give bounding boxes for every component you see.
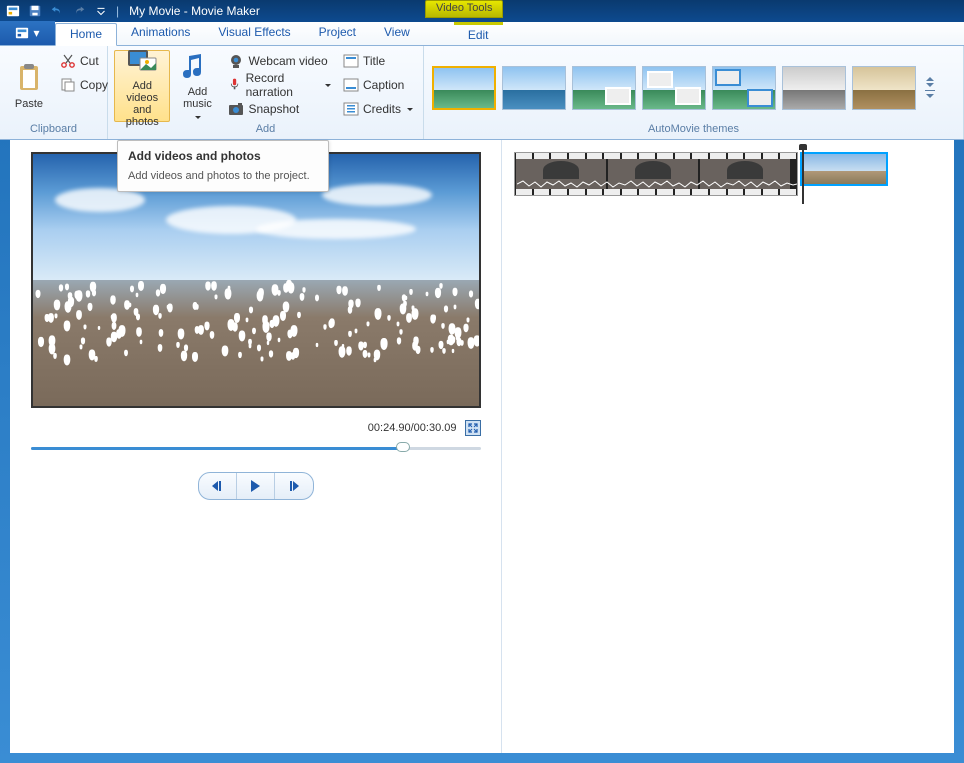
tooltip-add-videos: Add videos and photos Add videos and pho… (117, 140, 329, 192)
add-videos-photos-button[interactable]: Add videos and photos (114, 50, 170, 122)
save-icon[interactable] (26, 2, 44, 20)
theme-6[interactable] (782, 66, 846, 110)
record-narration-button[interactable]: Record narration (224, 74, 335, 96)
tab-view[interactable]: View (370, 22, 424, 45)
group-label-themes: AutoMovie themes (424, 123, 963, 139)
window-title: My Movie - Movie Maker (129, 4, 260, 18)
copy-button[interactable]: Copy (56, 74, 112, 96)
group-clipboard: Paste Cut Copy Clipboard (0, 46, 108, 139)
undo-icon[interactable] (48, 2, 66, 20)
cut-icon (60, 53, 76, 69)
credits-icon (343, 101, 359, 117)
webcam-video-button[interactable]: Webcam video (224, 50, 335, 72)
preview-pane: 00:24.90/00:30.09 (10, 140, 502, 753)
content-area: 00:24.90/00:30.09 (10, 140, 954, 753)
playback-controls (198, 472, 314, 500)
tooltip-body: Add videos and photos to the project. (128, 169, 318, 183)
snapshot-icon (228, 101, 244, 117)
snapshot-button[interactable]: Snapshot (224, 98, 335, 120)
tooltip-title: Add videos and photos (128, 149, 318, 163)
ribbon-tabs: ▾ Home Animations Visual Effects Project… (0, 22, 964, 46)
next-frame-button[interactable] (275, 473, 313, 499)
music-icon (181, 50, 213, 82)
theme-gallery-more[interactable] (922, 77, 938, 98)
group-label-add: Add (108, 123, 423, 139)
theme-2[interactable] (502, 66, 566, 110)
ribbon: Paste Cut Copy Clipboard Add vide (0, 46, 964, 140)
seek-bar[interactable] (31, 440, 481, 458)
theme-4[interactable] (642, 66, 706, 110)
video-tools-contextual-tab[interactable]: Video Tools (425, 0, 503, 18)
theme-1[interactable] (432, 66, 496, 110)
qat-dropdown-icon[interactable] (92, 2, 110, 20)
caption-icon (343, 77, 359, 93)
tab-project[interactable]: Project (305, 22, 370, 45)
tab-animations[interactable]: Animations (117, 22, 204, 45)
play-button[interactable] (237, 473, 275, 499)
theme-5[interactable] (712, 66, 776, 110)
redo-icon[interactable] (70, 2, 88, 20)
prev-frame-button[interactable] (199, 473, 237, 499)
title-button[interactable]: Title (339, 50, 417, 72)
time-display: 00:24.90/00:30.09 (368, 422, 457, 434)
cut-button[interactable]: Cut (56, 50, 112, 72)
timeline[interactable] (514, 152, 942, 200)
quick-access-toolbar (4, 2, 110, 20)
theme-7[interactable] (852, 66, 916, 110)
title-icon (343, 53, 359, 69)
tab-visual-effects[interactable]: Visual Effects (204, 22, 304, 45)
narration-icon (228, 77, 241, 93)
video-clip-1[interactable] (514, 152, 798, 196)
timeline-pane (502, 140, 954, 753)
file-menu-button[interactable]: ▾ (0, 21, 55, 45)
tab-edit[interactable]: Edit (454, 22, 503, 45)
add-videos-icon (126, 44, 158, 76)
fullscreen-button[interactable] (465, 420, 481, 436)
paste-icon (13, 62, 45, 94)
add-music-button[interactable]: Add music (174, 50, 220, 122)
paste-button[interactable]: Paste (6, 50, 52, 122)
playhead[interactable] (802, 148, 804, 204)
tab-home[interactable]: Home (55, 23, 117, 46)
credits-button[interactable]: Credits (339, 98, 417, 120)
caption-button[interactable]: Caption (339, 74, 417, 96)
video-clip-2-selected[interactable] (800, 152, 888, 186)
app-icon (4, 2, 22, 20)
group-add: Add videos and photos Add music Webcam v… (108, 46, 424, 139)
group-label-clipboard: Clipboard (0, 123, 107, 139)
theme-3[interactable] (572, 66, 636, 110)
group-automovie-themes: AutoMovie themes (424, 46, 964, 139)
copy-icon (60, 77, 76, 93)
webcam-icon (228, 53, 244, 69)
